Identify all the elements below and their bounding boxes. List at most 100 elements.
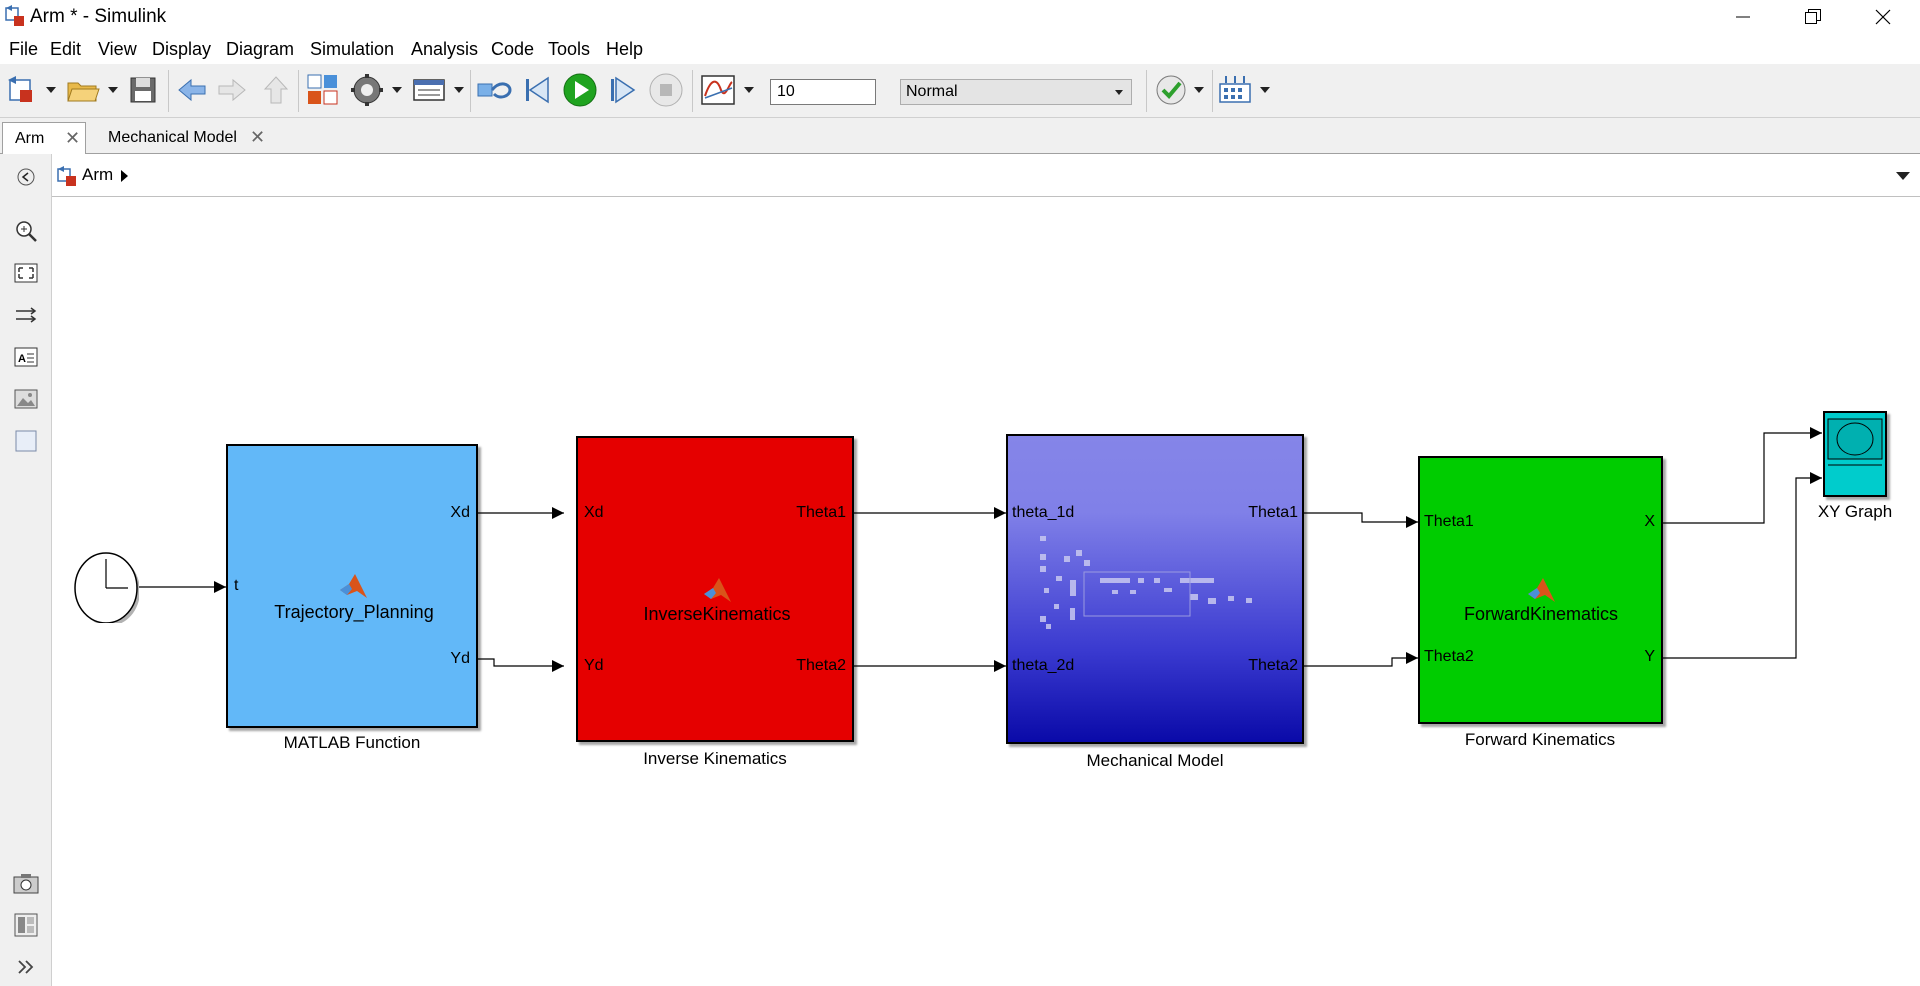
model-advisor-button[interactable]: [1154, 72, 1188, 108]
data-inspector-icon: [701, 75, 735, 105]
menu-display[interactable]: Display: [152, 39, 211, 60]
open-button[interactable]: [66, 72, 100, 108]
port-label: Yd: [584, 657, 604, 674]
port-label: Theta2: [796, 657, 846, 674]
stop-button[interactable]: [648, 72, 684, 108]
data-inspector-dropdown[interactable]: [744, 72, 754, 108]
menu-simulation[interactable]: Simulation: [310, 39, 394, 60]
tab-arm[interactable]: Arm ✕: [2, 122, 86, 154]
step-forward-button[interactable]: [606, 72, 638, 108]
menu-tools[interactable]: Tools: [548, 39, 590, 60]
block-name-forward-kinematics: Forward Kinematics: [1464, 730, 1616, 749]
matlab-logo-icon: [704, 578, 731, 602]
port-label: X: [1644, 513, 1655, 530]
area-button[interactable]: [13, 428, 39, 454]
model-icon: [57, 166, 76, 186]
new-model-dropdown[interactable]: [46, 72, 56, 108]
arrange-icon: [16, 307, 37, 323]
chevron-right-icon[interactable]: [120, 169, 130, 183]
toolbar-separator: [1212, 70, 1213, 112]
port-label: Y: [1644, 648, 1655, 665]
step-back-icon: [526, 76, 549, 104]
step-back-button[interactable]: [522, 72, 554, 108]
forward-button[interactable]: [216, 72, 248, 108]
port-label: Theta2: [1424, 648, 1474, 665]
model-config-dropdown[interactable]: [392, 72, 402, 108]
run-button[interactable]: [562, 72, 598, 108]
chevron-down-icon: [1115, 90, 1123, 95]
window-title: Arm * - Simulink: [30, 6, 167, 27]
tab-mechanical-model[interactable]: Mechanical Model ✕: [96, 122, 276, 154]
toolbar-separator: [1146, 70, 1147, 112]
new-model-button[interactable]: [6, 72, 38, 108]
open-dropdown[interactable]: [108, 72, 118, 108]
build-button[interactable]: [1218, 72, 1252, 108]
back-icon: [17, 168, 35, 186]
menu-file[interactable]: File: [9, 39, 38, 60]
restore-button[interactable]: [1778, 0, 1848, 34]
model-explorer-button[interactable]: [412, 72, 446, 108]
close-button[interactable]: [1848, 0, 1918, 34]
expand-palette-button[interactable]: [13, 954, 39, 980]
update-diagram-button[interactable]: [476, 72, 514, 108]
tab-strip: Arm ✕ Mechanical Model ✕: [0, 118, 1920, 154]
build-dropdown[interactable]: [1260, 72, 1270, 108]
model-advisor-icon: [1156, 75, 1186, 105]
model-config-button[interactable]: [350, 72, 384, 108]
model-canvas[interactable]: t Xd Yd Trajectory_Planning MATLAB Funct…: [52, 198, 1920, 986]
library-browser-button[interactable]: [306, 72, 340, 108]
zoom-button[interactable]: [13, 218, 39, 244]
xy-graph-icon: [1827, 418, 1883, 466]
simulation-mode-value: Normal: [906, 83, 958, 100]
chevron-down-icon[interactable]: [1896, 172, 1910, 180]
up-button[interactable]: [262, 72, 290, 108]
data-inspector-button[interactable]: [700, 72, 736, 108]
menu-help[interactable]: Help: [606, 39, 643, 60]
back-button[interactable]: [176, 72, 208, 108]
port-label: Theta1: [1424, 513, 1474, 530]
function-name: Trajectory_Planning: [274, 602, 434, 622]
xy-graph-block[interactable]: [1823, 411, 1887, 497]
open-icon: [67, 82, 100, 102]
hide-browser-button[interactable]: [13, 164, 39, 190]
matlab-logo-icon: [340, 574, 367, 598]
mechanical-model-block[interactable]: theta_1d theta_2d Theta1 Theta2: [1006, 434, 1304, 744]
close-icon[interactable]: ✕: [65, 128, 80, 149]
toolbar-separator: [692, 70, 693, 112]
signal-line-yd: [478, 658, 564, 672]
save-button[interactable]: [128, 72, 158, 108]
breadcrumb-item-arm[interactable]: Arm: [82, 165, 113, 185]
menu-edit[interactable]: Edit: [50, 39, 81, 60]
menu-code[interactable]: Code: [491, 39, 534, 60]
stop-time-input[interactable]: 10: [770, 79, 876, 105]
matlab-function-block[interactable]: t Xd Yd Trajectory_Planning: [226, 444, 478, 728]
screenshot-button[interactable]: [13, 870, 39, 896]
model-browser-button[interactable]: [13, 912, 39, 938]
port-label: Theta1: [796, 504, 846, 521]
menu-analysis[interactable]: Analysis: [411, 39, 478, 60]
simulation-mode-select[interactable]: Normal: [900, 79, 1132, 105]
menu-diagram[interactable]: Diagram: [226, 39, 294, 60]
arrange-button[interactable]: [13, 302, 39, 328]
clock-block[interactable]: [73, 551, 140, 626]
model-config-icon: [351, 74, 383, 106]
forward-kinematics-block[interactable]: Theta1 Theta2 X Y ForwardKinematics: [1418, 456, 1663, 724]
save-icon: [130, 77, 156, 103]
model-advisor-dropdown[interactable]: [1194, 72, 1204, 108]
clock-icon: [74, 552, 140, 626]
menu-view[interactable]: View: [98, 39, 137, 60]
toolbar-separator: [470, 70, 471, 112]
simulink-app-icon: [5, 5, 24, 26]
inverse-kinematics-block[interactable]: Xd Yd Theta1 Theta2 InverseKinematics: [576, 436, 854, 742]
port-label: theta_1d: [1012, 504, 1075, 521]
fit-view-button[interactable]: [13, 260, 39, 286]
minimize-button[interactable]: [1708, 0, 1778, 34]
model-explorer-dropdown[interactable]: [454, 72, 464, 108]
close-icon[interactable]: ✕: [250, 127, 265, 148]
fit-view-icon: [14, 263, 38, 283]
screenshot-icon: [13, 874, 39, 894]
image-button[interactable]: [13, 386, 39, 412]
block-name-matlab-function: MATLAB Function: [283, 733, 421, 752]
up-icon: [263, 76, 289, 104]
annotation-button[interactable]: A: [13, 344, 39, 370]
